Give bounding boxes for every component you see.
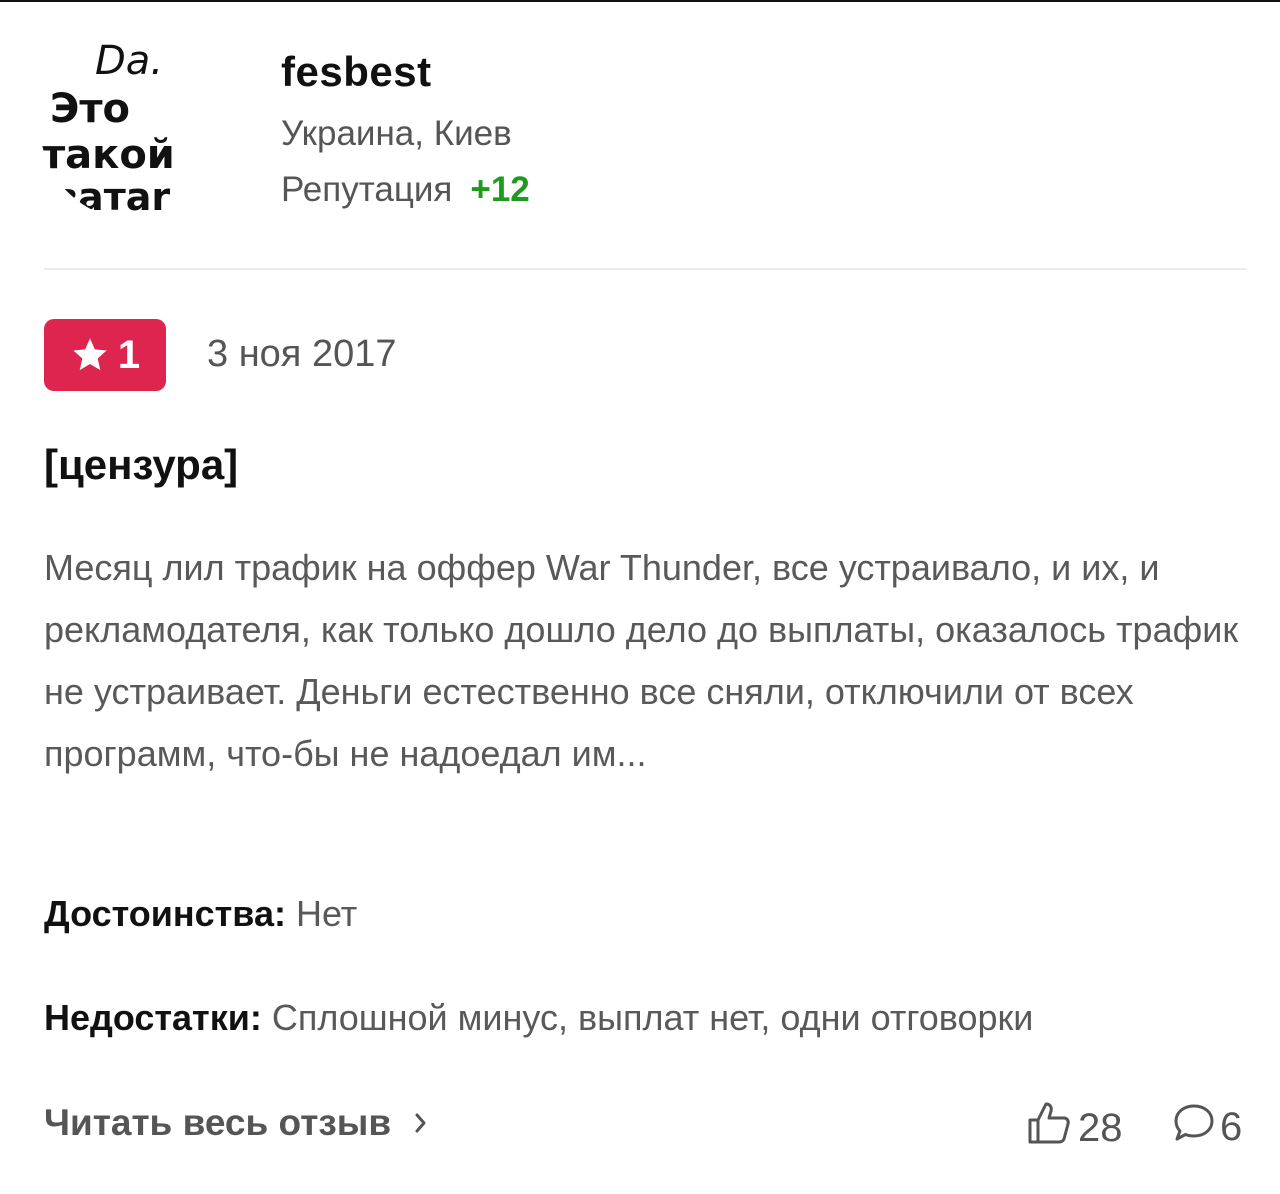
likes-count: 28 <box>1078 1105 1123 1150</box>
comment-icon <box>1172 1100 1216 1154</box>
pros-label: Достоинства: <box>44 893 286 934</box>
avatar-line-2: Это <box>50 86 130 132</box>
review-title[interactable]: [цензура] <box>44 441 238 489</box>
like-button[interactable]: 28 <box>1026 1100 1123 1156</box>
avatar[interactable]: Da. Это такой ватаr <box>40 30 230 220</box>
rating-badge: 1 <box>44 319 166 391</box>
cons-text: Сплошной минус, выплат нет, одни отговор… <box>261 997 1034 1038</box>
thumbs-up-icon <box>1026 1100 1072 1156</box>
reputation-value: +12 <box>470 170 530 209</box>
pros: Достоинства: Нет <box>44 893 357 935</box>
pros-text: Нет <box>285 893 358 934</box>
user-name[interactable]: fesbest <box>281 48 432 96</box>
cons: Недостатки: Сплошной минус, выплат нет, … <box>44 997 1033 1039</box>
rating-value: 1 <box>117 333 141 377</box>
read-more-label: Читать весь отзыв <box>44 1102 392 1143</box>
reputation-label: Репутация <box>281 170 453 209</box>
divider <box>44 268 1247 270</box>
avatar-line-4: ватаr <box>54 175 170 219</box>
cons-label: Недостатки: <box>44 997 262 1038</box>
avatar-line-1: Da. <box>95 38 163 84</box>
review-date: 3 ноя 2017 <box>207 333 397 375</box>
avatar-image: Da. Это такой ватаr <box>40 30 230 220</box>
reputation: Репутация +12 <box>281 170 530 210</box>
user-location: Украина, Киев <box>281 114 512 153</box>
comments-button[interactable]: 6 <box>1172 1100 1242 1154</box>
top-border <box>0 0 1280 2</box>
chevron-right-icon <box>413 1110 429 1136</box>
review-body: Месяц лил трафик на оффер War Thunder, в… <box>44 547 1239 774</box>
avatar-line-3: такой <box>42 132 175 178</box>
read-more-link[interactable]: Читать весь отзыв <box>44 1102 429 1144</box>
star-icon <box>70 335 110 375</box>
comments-count: 6 <box>1220 1104 1243 1149</box>
